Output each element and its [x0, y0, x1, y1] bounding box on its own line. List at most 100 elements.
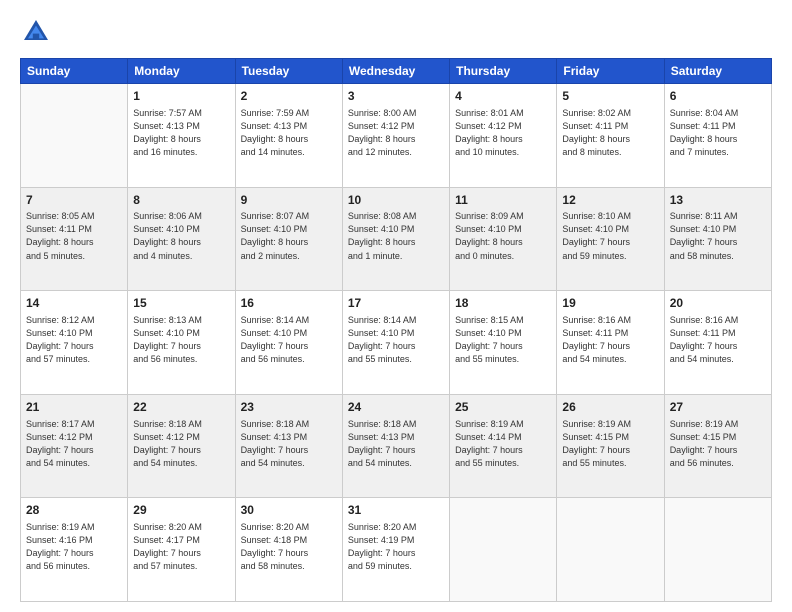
day-info: Sunrise: 8:14 AM Sunset: 4:10 PM Dayligh… — [241, 314, 337, 366]
weekday-header-wednesday: Wednesday — [342, 59, 449, 84]
day-info: Sunrise: 8:05 AM Sunset: 4:11 PM Dayligh… — [26, 210, 122, 262]
day-number: 10 — [348, 192, 444, 209]
week-row-4: 21 Sunrise: 8:17 AM Sunset: 4:12 PM Dayli… — [21, 394, 772, 498]
day-info: Sunrise: 8:06 AM Sunset: 4:10 PM Dayligh… — [133, 210, 229, 262]
calendar-cell — [21, 84, 128, 188]
day-number: 17 — [348, 295, 444, 312]
calendar-cell: 26Sunrise: 8:19 AM Sunset: 4:15 PM Dayli… — [557, 394, 664, 498]
calendar-cell: 30 Sunrise: 8:20 AM Sunset: 4:18 PM Dayli… — [235, 498, 342, 602]
week-row-3: 14Sunrise: 8:12 AM Sunset: 4:10 PM Dayli… — [21, 291, 772, 395]
logo — [20, 16, 58, 48]
day-number: 25 — [455, 399, 551, 416]
calendar-cell: 31 Sunrise: 8:20 AM Sunset: 4:19 PM Dayli… — [342, 498, 449, 602]
day-number: 28 — [26, 502, 122, 519]
calendar-table: SundayMondayTuesdayWednesdayThursdayFrid… — [20, 58, 772, 602]
day-info: Sunrise: 8:02 AM Sunset: 4:11 PM Dayligh… — [562, 107, 658, 159]
day-number: 24 — [348, 399, 444, 416]
day-info: Sunrise: 8:15 AM Sunset: 4:10 PM Dayligh… — [455, 314, 551, 366]
day-number: 23 — [241, 399, 337, 416]
calendar-cell: 1 Sunrise: 7:57 AM Sunset: 4:13 PM Daylig… — [128, 84, 235, 188]
day-number: 15 — [133, 295, 229, 312]
day-info: Sunrise: 8:10 AM Sunset: 4:10 PM Dayligh… — [562, 210, 658, 262]
day-info: Sunrise: 8:19 AM Sunset: 4:15 PM Dayligh… — [670, 418, 766, 470]
calendar-cell: 25 Sunrise: 8:19 AM Sunset: 4:14 PM Dayli… — [450, 394, 557, 498]
day-number: 14 — [26, 295, 122, 312]
day-number: 22 — [133, 399, 229, 416]
calendar-cell — [557, 498, 664, 602]
calendar-cell: 4Sunrise: 8:01 AM Sunset: 4:12 PM Daylig… — [450, 84, 557, 188]
day-info: Sunrise: 8:07 AM Sunset: 4:10 PM Dayligh… — [241, 210, 337, 262]
calendar-cell: 12Sunrise: 8:10 AM Sunset: 4:10 PM Dayli… — [557, 187, 664, 291]
day-info: Sunrise: 8:13 AM Sunset: 4:10 PM Dayligh… — [133, 314, 229, 366]
day-number: 29 — [133, 502, 229, 519]
calendar-cell: 6Sunrise: 8:04 AM Sunset: 4:11 PM Daylig… — [664, 84, 771, 188]
weekday-header-tuesday: Tuesday — [235, 59, 342, 84]
day-info: Sunrise: 7:57 AM Sunset: 4:13 PM Dayligh… — [133, 107, 229, 159]
day-number: 3 — [348, 88, 444, 105]
calendar-cell: 15 Sunrise: 8:13 AM Sunset: 4:10 PM Dayli… — [128, 291, 235, 395]
calendar-cell: 17 Sunrise: 8:14 AM Sunset: 4:10 PM Dayli… — [342, 291, 449, 395]
day-info: Sunrise: 8:20 AM Sunset: 4:19 PM Dayligh… — [348, 521, 444, 573]
day-info: Sunrise: 8:20 AM Sunset: 4:18 PM Dayligh… — [241, 521, 337, 573]
day-info: Sunrise: 8:18 AM Sunset: 4:13 PM Dayligh… — [348, 418, 444, 470]
calendar-cell: 23Sunrise: 8:18 AM Sunset: 4:13 PM Dayli… — [235, 394, 342, 498]
calendar-cell: 16 Sunrise: 8:14 AM Sunset: 4:10 PM Dayli… — [235, 291, 342, 395]
day-info: Sunrise: 8:16 AM Sunset: 4:11 PM Dayligh… — [562, 314, 658, 366]
calendar-cell — [664, 498, 771, 602]
day-number: 8 — [133, 192, 229, 209]
calendar-cell: 20 Sunrise: 8:16 AM Sunset: 4:11 PM Dayli… — [664, 291, 771, 395]
day-info: Sunrise: 8:04 AM Sunset: 4:11 PM Dayligh… — [670, 107, 766, 159]
week-row-1: 1 Sunrise: 7:57 AM Sunset: 4:13 PM Daylig… — [21, 84, 772, 188]
day-info: Sunrise: 7:59 AM Sunset: 4:13 PM Dayligh… — [241, 107, 337, 159]
calendar-cell: 13Sunrise: 8:11 AM Sunset: 4:10 PM Dayli… — [664, 187, 771, 291]
day-number: 12 — [562, 192, 658, 209]
day-number: 5 — [562, 88, 658, 105]
day-number: 2 — [241, 88, 337, 105]
weekday-header-thursday: Thursday — [450, 59, 557, 84]
day-info: Sunrise: 8:20 AM Sunset: 4:17 PM Dayligh… — [133, 521, 229, 573]
day-number: 1 — [133, 88, 229, 105]
day-info: Sunrise: 8:19 AM Sunset: 4:15 PM Dayligh… — [562, 418, 658, 470]
weekday-header-friday: Friday — [557, 59, 664, 84]
day-number: 13 — [670, 192, 766, 209]
day-number: 7 — [26, 192, 122, 209]
day-info: Sunrise: 8:00 AM Sunset: 4:12 PM Dayligh… — [348, 107, 444, 159]
weekday-header-sunday: Sunday — [21, 59, 128, 84]
day-info: Sunrise: 8:17 AM Sunset: 4:12 PM Dayligh… — [26, 418, 122, 470]
day-info: Sunrise: 8:16 AM Sunset: 4:11 PM Dayligh… — [670, 314, 766, 366]
calendar-cell: 5 Sunrise: 8:02 AM Sunset: 4:11 PM Daylig… — [557, 84, 664, 188]
day-number: 21 — [26, 399, 122, 416]
calendar-cell: 14Sunrise: 8:12 AM Sunset: 4:10 PM Dayli… — [21, 291, 128, 395]
day-number: 16 — [241, 295, 337, 312]
calendar-cell: 7Sunrise: 8:05 AM Sunset: 4:11 PM Daylig… — [21, 187, 128, 291]
calendar-cell: 19 Sunrise: 8:16 AM Sunset: 4:11 PM Dayli… — [557, 291, 664, 395]
day-number: 19 — [562, 295, 658, 312]
calendar-cell: 8Sunrise: 8:06 AM Sunset: 4:10 PM Daylig… — [128, 187, 235, 291]
page: SundayMondayTuesdayWednesdayThursdayFrid… — [0, 0, 792, 612]
day-number: 31 — [348, 502, 444, 519]
calendar-cell: 28 Sunrise: 8:19 AM Sunset: 4:16 PM Dayli… — [21, 498, 128, 602]
calendar-cell: 27Sunrise: 8:19 AM Sunset: 4:15 PM Dayli… — [664, 394, 771, 498]
calendar-cell: 22Sunrise: 8:18 AM Sunset: 4:12 PM Dayli… — [128, 394, 235, 498]
calendar-cell: 24 Sunrise: 8:18 AM Sunset: 4:13 PM Dayli… — [342, 394, 449, 498]
calendar-cell: 2 Sunrise: 7:59 AM Sunset: 4:13 PM Daylig… — [235, 84, 342, 188]
day-number: 11 — [455, 192, 551, 209]
calendar-cell: 21 Sunrise: 8:17 AM Sunset: 4:12 PM Dayli… — [21, 394, 128, 498]
day-number: 20 — [670, 295, 766, 312]
header — [20, 16, 772, 48]
weekday-header-monday: Monday — [128, 59, 235, 84]
day-number: 4 — [455, 88, 551, 105]
day-info: Sunrise: 8:14 AM Sunset: 4:10 PM Dayligh… — [348, 314, 444, 366]
calendar-cell: 3 Sunrise: 8:00 AM Sunset: 4:12 PM Daylig… — [342, 84, 449, 188]
calendar-cell: 10Sunrise: 8:08 AM Sunset: 4:10 PM Dayli… — [342, 187, 449, 291]
day-info: Sunrise: 8:19 AM Sunset: 4:14 PM Dayligh… — [455, 418, 551, 470]
calendar-cell: 18 Sunrise: 8:15 AM Sunset: 4:10 PM Dayli… — [450, 291, 557, 395]
day-info: Sunrise: 8:19 AM Sunset: 4:16 PM Dayligh… — [26, 521, 122, 573]
day-number: 18 — [455, 295, 551, 312]
calendar-cell — [450, 498, 557, 602]
calendar-cell: 11Sunrise: 8:09 AM Sunset: 4:10 PM Dayli… — [450, 187, 557, 291]
day-number: 30 — [241, 502, 337, 519]
calendar-cell: 29 Sunrise: 8:20 AM Sunset: 4:17 PM Dayli… — [128, 498, 235, 602]
weekday-header-saturday: Saturday — [664, 59, 771, 84]
day-info: Sunrise: 8:08 AM Sunset: 4:10 PM Dayligh… — [348, 210, 444, 262]
